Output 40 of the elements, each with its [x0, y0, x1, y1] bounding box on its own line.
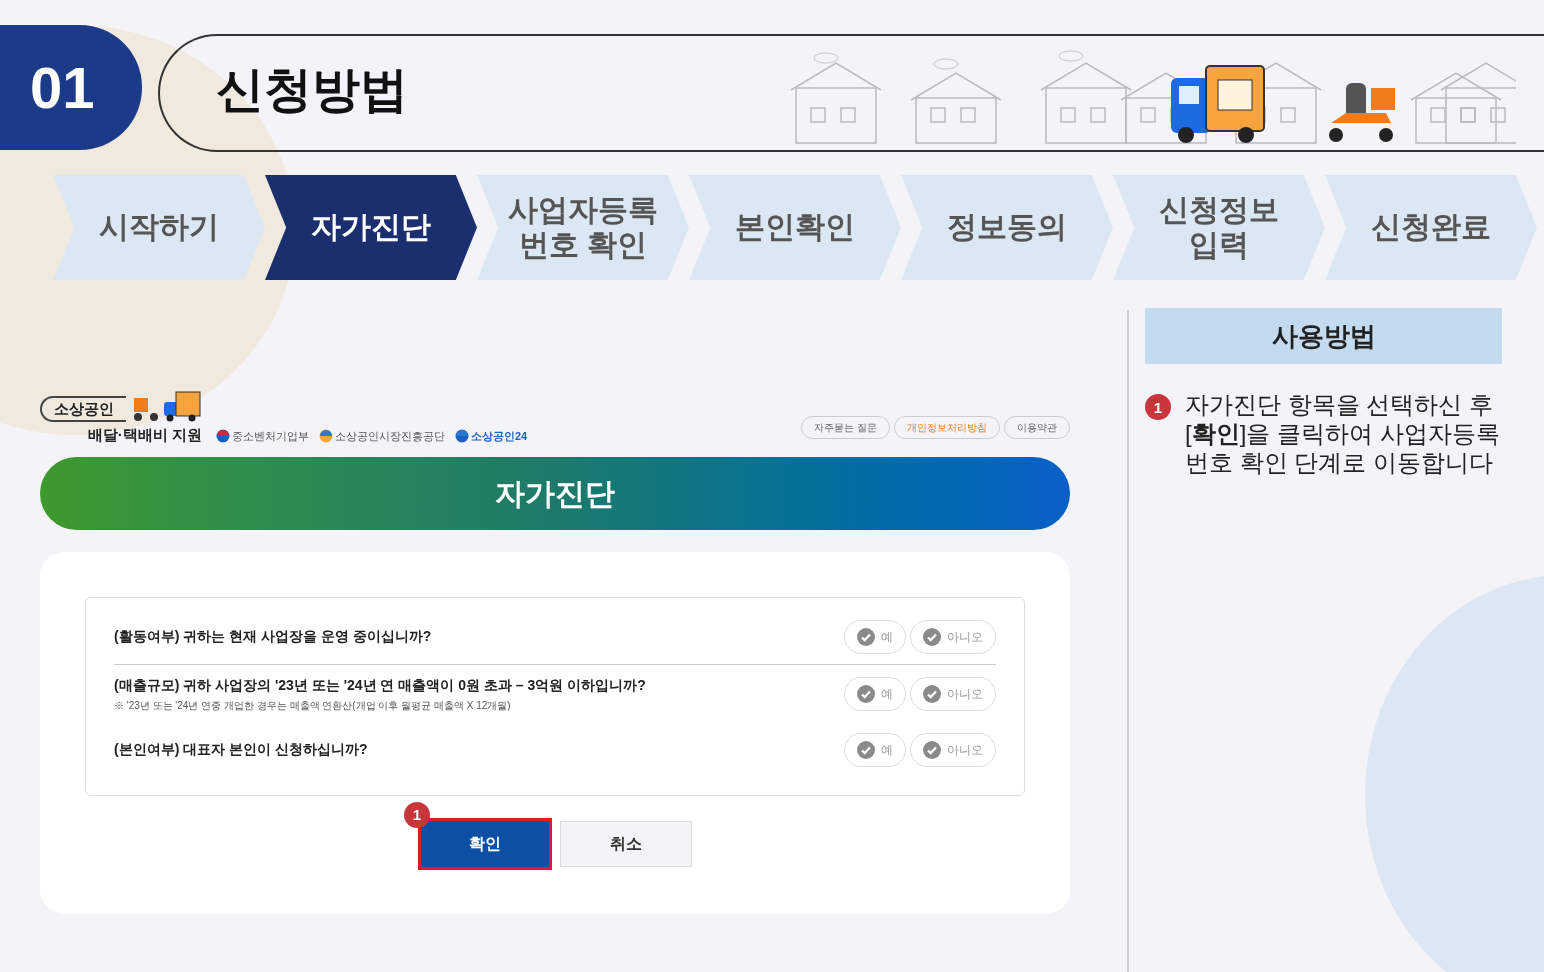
question-text: (매출규모) 귀하 사업장의 '23년 또는 '24년 연 매출액이 0원 초과 – 3억원 이하입니까?: [114, 675, 646, 695]
section-number-badge: 01: [0, 25, 142, 150]
progress-step[interactable]: 사업자등록 번호 확인: [477, 175, 689, 280]
check-icon: [923, 627, 941, 646]
progress-step[interactable]: 신청완료: [1325, 175, 1537, 280]
emblem-icon: [216, 429, 230, 444]
progress-step[interactable]: 정보동의: [901, 175, 1113, 280]
answer-option[interactable]: 예: [844, 732, 906, 767]
answer-option[interactable]: 예: [844, 676, 906, 711]
step-number-badge: 1: [404, 801, 430, 828]
check-icon: [857, 740, 875, 759]
cancel-button[interactable]: 취소: [560, 820, 692, 867]
answer-option[interactable]: 아니오: [910, 732, 996, 767]
progress-step[interactable]: 자가진단: [265, 175, 477, 280]
check-icon: [923, 684, 941, 703]
progress-step[interactable]: 신청정보 입력: [1113, 175, 1325, 280]
logo-badge: 소상공인: [40, 396, 126, 422]
check-icon: [857, 684, 875, 703]
emblem-icon: [319, 429, 333, 444]
agency-name: 소상공인24: [471, 429, 528, 444]
check-icon: [857, 627, 875, 646]
step-number-badge: 1: [1145, 394, 1171, 420]
question-note: ※ '23년 또는 '24년 연중 개업한 경우는 매출액 연환산(개업 이후 월평균 매출액 X 12개월): [114, 698, 512, 713]
progress-step[interactable]: 시작하기: [53, 175, 265, 280]
agency-name: 소상공인시장진흥공단: [335, 429, 445, 444]
check-icon: [923, 740, 941, 759]
question-text: (본인여부) 대표자 본인이 신청하십니까?: [114, 740, 368, 759]
section-banner: 자가진단: [40, 456, 1070, 530]
emblem-icon: [455, 429, 469, 444]
progress-step[interactable]: 본인확인: [689, 175, 901, 280]
question-text: (활동여부) 귀하는 현재 사업장을 운영 중이십니까?: [114, 627, 432, 646]
guide-text: 자가진단 항목을 선택하신 후 [확인]을 클릭하여 사업자등록 번호 확인 단계로 이동합니다: [1185, 390, 1501, 477]
answer-option[interactable]: 아니오: [910, 676, 996, 711]
answer-option[interactable]: 아니오: [910, 619, 996, 654]
scooter-truck-icon: [132, 390, 202, 422]
logo-subtitle: 배달·택배비 지원: [87, 425, 202, 445]
agency-name: 중소벤처기업부: [232, 429, 309, 444]
guide-title: 사용방법: [1145, 308, 1502, 364]
answer-option[interactable]: 예: [844, 619, 906, 654]
page-title: 신청방법: [216, 61, 408, 118]
